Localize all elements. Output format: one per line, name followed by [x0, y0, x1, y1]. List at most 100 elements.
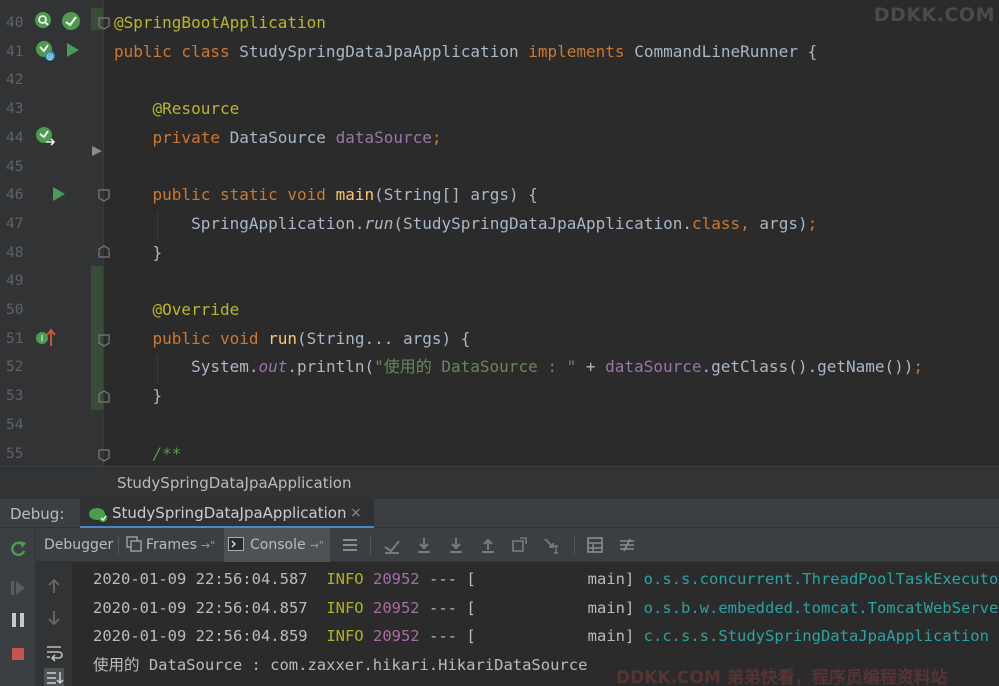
- code-token: public void: [152, 328, 269, 348]
- line-number: 47: [6, 215, 24, 232]
- log-timestamp: 2020-01-09 22:56:04.857: [93, 598, 308, 617]
- code-line[interactable]: 43 @Resource: [0, 95, 999, 124]
- log-line[interactable]: 2020-01-09 22:56:04.859 INFO 20952 --- […: [93, 622, 989, 651]
- log-separator: --- [: [429, 627, 476, 646]
- pin-icon[interactable]: →": [201, 539, 215, 552]
- code-line[interactable]: 41 public class StudySpringDataJpaApplica…: [0, 38, 999, 67]
- code-token: dataSource: [335, 127, 432, 147]
- scroll-to-end-icon[interactable]: [44, 668, 64, 686]
- line-number: 40: [6, 15, 24, 31]
- override-method-icon[interactable]: I: [34, 327, 58, 349]
- code-line[interactable]: 46 public static void main(String[] args…: [0, 181, 999, 210]
- code-text: @Resource: [114, 95, 240, 124]
- code-token: /**: [152, 443, 182, 463]
- soft-wrap-icon[interactable]: [44, 642, 64, 662]
- rerun-icon[interactable]: [8, 539, 28, 559]
- code-token: (String[] args) {: [374, 185, 538, 205]
- spring-boot-icon[interactable]: @: [34, 39, 58, 63]
- step-out-icon[interactable]: [478, 535, 498, 555]
- code-token: public static void: [152, 185, 336, 205]
- spring-boot-run-icon: [89, 508, 107, 522]
- code-line[interactable]: 54: [0, 411, 999, 440]
- fold-marker-icon[interactable]: [97, 245, 111, 259]
- code-token: @Override: [152, 300, 240, 319]
- debug-toolbar: Debugger Frames →" Console →": [0, 528, 999, 562]
- run-icon[interactable]: [66, 42, 80, 58]
- code-line[interactable]: 51 public void run(String... args) {: [0, 325, 999, 354]
- debug-tab-label: StudySpringDataJpaApplication: [112, 504, 347, 522]
- code-text: private DataSource dataSource;: [114, 124, 442, 153]
- tab-frames[interactable]: Frames →": [126, 528, 215, 562]
- stdout-line[interactable]: 使用的 DataSource : com.zaxxer.hikari.Hikar…: [93, 651, 587, 680]
- code-line[interactable]: 48 }: [0, 239, 999, 268]
- log-line[interactable]: 2020-01-09 22:56:04.857 INFO 20952 --- […: [93, 594, 999, 623]
- breadcrumb[interactable]: StudySpringDataJpaApplication: [0, 466, 999, 498]
- code-line[interactable]: 47 SpringApplication.run(StudySpringData…: [0, 210, 999, 239]
- log-line[interactable]: 2020-01-09 22:56:04.587 INFO 20952 --- […: [93, 565, 999, 594]
- divider: [370, 535, 371, 555]
- code-token: run: [364, 213, 394, 233]
- code-line[interactable]: 50 @Override: [0, 296, 999, 325]
- fold-marker-icon[interactable]: [97, 16, 111, 30]
- up-arrow-icon[interactable]: [44, 576, 64, 596]
- resume-icon[interactable]: [8, 578, 28, 598]
- code-line[interactable]: 55 /**: [0, 440, 999, 467]
- run-to-cursor-icon[interactable]: [542, 535, 562, 555]
- evaluate-expression-icon[interactable]: [585, 535, 605, 555]
- tab-debugger[interactable]: Debugger: [44, 528, 113, 562]
- breadcrumb-class[interactable]: StudySpringDataJpaApplication: [117, 467, 351, 499]
- code-token: SpringApplication.: [114, 213, 365, 233]
- line-number: 43: [6, 101, 24, 118]
- menu-icon[interactable]: [340, 535, 360, 555]
- stop-icon[interactable]: [8, 644, 28, 664]
- down-arrow-icon[interactable]: [44, 608, 64, 628]
- code-token: dataSource: [605, 357, 702, 377]
- code-line[interactable]: 44 private DataSource dataSource;: [0, 124, 999, 153]
- code-token: "使用的 DataSource : ": [374, 357, 577, 377]
- code-line[interactable]: 53 }: [0, 382, 999, 411]
- debug-session-tab[interactable]: StudySpringDataJpaApplication ×: [80, 499, 374, 529]
- line-number: 48: [6, 244, 24, 261]
- code-line[interactable]: 52 System.out.println("使用的 DataSource : …: [0, 353, 999, 382]
- svg-text:@: @: [47, 53, 54, 61]
- code-line[interactable]: 49: [0, 267, 999, 296]
- run-icon[interactable]: [52, 186, 66, 202]
- code-token: +: [576, 357, 606, 377]
- autowired-bean-icon[interactable]: [34, 125, 58, 149]
- pin-icon[interactable]: →": [310, 539, 324, 552]
- tab-console-label: Console: [250, 537, 306, 553]
- tab-console[interactable]: Console →": [224, 528, 330, 562]
- code-token: DataSource: [229, 127, 336, 147]
- code-editor[interactable]: 40 @SpringBootApplication 41 public class S…: [0, 0, 999, 466]
- trace-icon[interactable]: [617, 535, 637, 555]
- step-into-icon[interactable]: [446, 535, 466, 555]
- search-bean-icon[interactable]: [34, 11, 54, 31]
- show-execution-point-icon[interactable]: [382, 535, 402, 555]
- collapse-arrow-icon[interactable]: [91, 145, 103, 157]
- drop-frame-icon[interactable]: [510, 535, 530, 555]
- fold-marker-icon[interactable]: [97, 333, 111, 347]
- spring-bean-icon[interactable]: [60, 10, 82, 32]
- fold-marker-icon[interactable]: [97, 390, 111, 404]
- fold-marker-icon[interactable]: [97, 448, 111, 462]
- code-token: .getClass().getName()): [701, 357, 914, 377]
- code-token: CommandLineRunner {: [634, 41, 818, 61]
- log-logger: o.s.s.concurrent.ThreadPoolTaskExecutor: [643, 570, 999, 588]
- code-line[interactable]: 42: [0, 66, 999, 95]
- fold-marker-icon[interactable]: [97, 188, 111, 202]
- log-level: INFO: [326, 598, 364, 617]
- code-token: class: [691, 213, 741, 233]
- frames-icon: [126, 536, 142, 552]
- pause-icon[interactable]: [8, 610, 28, 630]
- step-over-icon[interactable]: [414, 535, 434, 555]
- code-line[interactable]: 45: [0, 153, 999, 182]
- code-token: args): [759, 213, 808, 233]
- close-icon[interactable]: ×: [350, 499, 362, 527]
- tab-debugger-label: Debugger: [44, 537, 114, 553]
- line-number: 44: [6, 129, 24, 146]
- log-level: INFO: [326, 627, 364, 646]
- console-side-toolbar: [36, 562, 72, 686]
- code-line[interactable]: 40 @SpringBootApplication: [0, 9, 999, 38]
- code-token: out: [258, 357, 288, 377]
